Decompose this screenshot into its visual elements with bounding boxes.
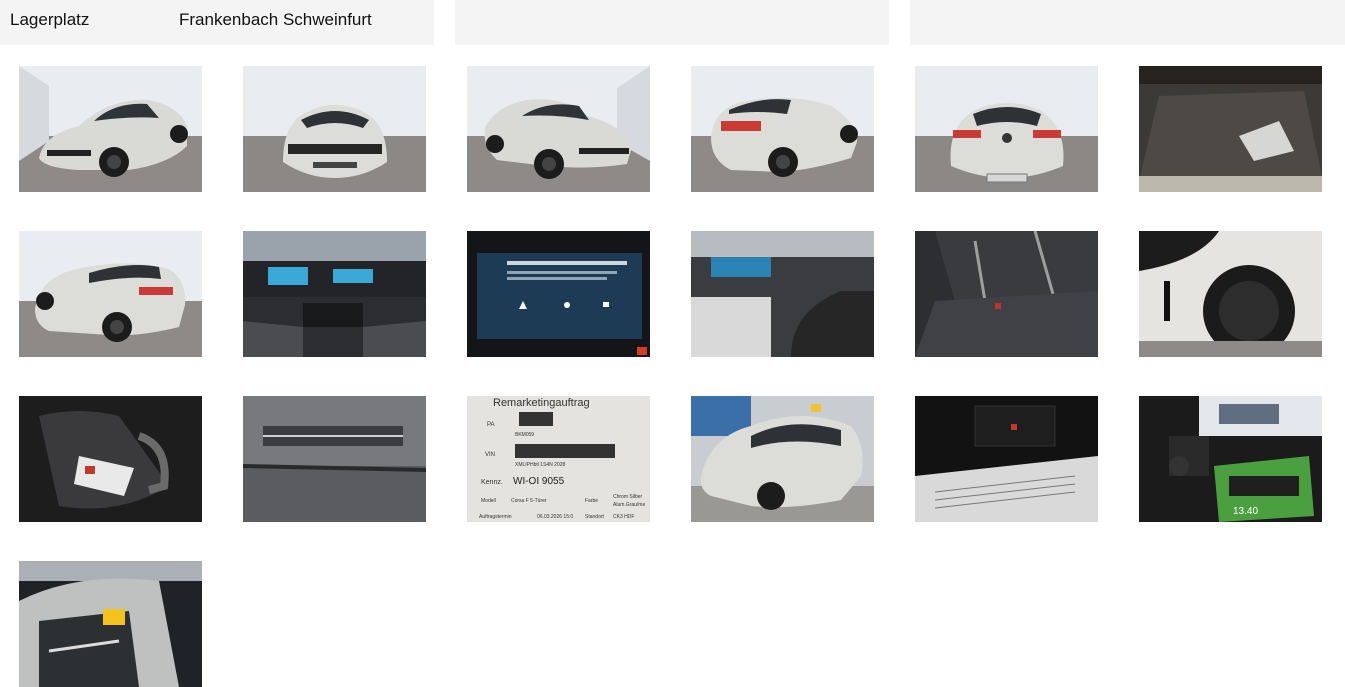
doc-farbe-value2: Alum.Grau/me <box>613 502 645 508</box>
photo-dashboard[interactable] <box>243 231 426 357</box>
doc-vin-label: VIN <box>485 452 495 458</box>
doc-pa-value: BKM059 <box>515 432 534 438</box>
photo-car-workshop[interactable] <box>691 396 874 522</box>
doc-standort-value: CK3 HDF <box>613 514 634 520</box>
doc-farbe-label: Farbe <box>585 498 598 504</box>
doc-kennz-value: WI-OI 9055 <box>513 476 565 487</box>
doc-model-label: Modell <box>481 498 496 504</box>
location-value: Frankenbach Schweinfurt <box>179 10 372 29</box>
photo-keys-brochure[interactable]: 13.40 <box>1139 396 1322 522</box>
header-bar-right <box>910 0 1345 45</box>
photo-wheel[interactable] <box>1139 231 1322 357</box>
photo-infotainment[interactable] <box>467 231 650 357</box>
doc-vin-value: XMLIPHbtl 1S4N 2028 <box>515 462 566 468</box>
photo-rear[interactable] <box>915 66 1098 192</box>
location-header: Lagerplatz Frankenbach Schweinfurt <box>0 0 434 45</box>
photo-rear-right[interactable] <box>691 66 874 192</box>
header-bar-middle <box>455 0 889 45</box>
photo-windshield[interactable] <box>243 396 426 522</box>
photo-front[interactable] <box>243 66 426 192</box>
doc-farbe-value: Chrom Silber <box>613 494 643 500</box>
doc-model-value: Corsa F 5-Türer <box>511 498 547 504</box>
location-label: Lagerplatz <box>10 10 90 29</box>
photo-rear-left[interactable] <box>19 231 202 357</box>
photo-remarketing-document[interactable]: Remarketingauftrag PA BKM059 VIN XMLIPHb… <box>467 396 650 522</box>
doc-title: Remarketingauftrag <box>493 397 590 409</box>
photo-roof[interactable] <box>19 561 202 687</box>
photo-glovebox-documents[interactable] <box>915 396 1098 522</box>
doc-auftrag-value: 06.03.2026 15:0 <box>537 514 573 520</box>
photo-trunk[interactable] <box>1139 66 1322 192</box>
photo-rear-seats[interactable] <box>915 231 1098 357</box>
doc-kennz-label: Kennz. <box>481 479 503 486</box>
photo-repair-kit[interactable] <box>19 396 202 522</box>
photo-driver-footwell[interactable] <box>691 231 874 357</box>
photo-front-right[interactable] <box>467 66 650 192</box>
doc-standort-label: Standort <box>585 514 605 520</box>
brochure-price: 13.40 <box>1233 506 1258 517</box>
photo-front-left[interactable] <box>19 66 202 192</box>
doc-pa-label: PA <box>487 422 495 428</box>
doc-auftrag-label: Auftragstermin <box>479 514 512 520</box>
